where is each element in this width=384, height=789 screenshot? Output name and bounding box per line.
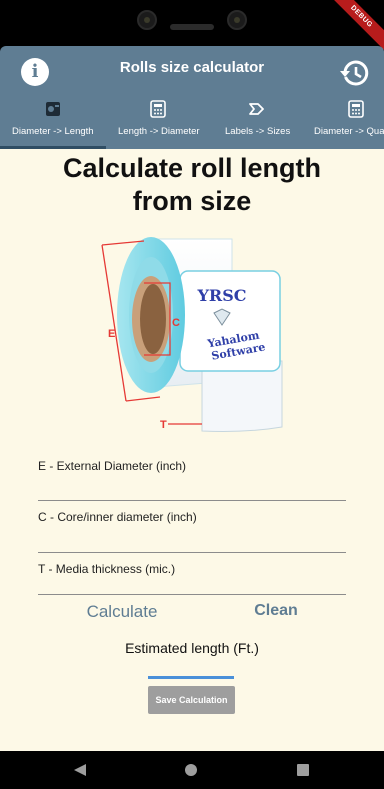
tab-label: Diameter -> Quar <box>314 126 384 137</box>
media-thickness-label: T - Media thickness (mic.) <box>38 562 176 576</box>
save-calculation-button[interactable]: Save Calculation <box>148 686 235 714</box>
external-diameter-label: E - External Diameter (inch) <box>38 459 187 473</box>
recents-icon[interactable] <box>297 764 309 776</box>
tab-bar: Diameter -> Length Length -> Diameter La… <box>0 94 384 149</box>
tab-label: Labels -> Sizes <box>225 126 291 137</box>
core-diameter-label: C - Core/inner diameter (inch) <box>38 510 197 524</box>
roll-icon <box>46 102 60 116</box>
illustration-brand: YRSC <box>196 286 246 305</box>
page-title-line2: from size <box>132 186 252 216</box>
result-underline <box>148 676 234 679</box>
tab-label: Length -> Diameter <box>118 126 200 137</box>
tab-diameter-quantity[interactable]: Diameter -> Quar <box>305 94 384 149</box>
illustration-label-t: T <box>160 419 167 431</box>
app-bar: i Rolls size calculator Diameter -> Leng… <box>0 46 384 149</box>
home-icon[interactable] <box>185 764 197 776</box>
illustration-label-e: E <box>108 328 115 340</box>
phone-top-bezel: DEBUG <box>0 0 384 54</box>
external-diameter-field[interactable]: E - External Diameter (inch) <box>38 459 346 501</box>
estimated-length-label: Estimated length (Ft.) <box>125 640 259 656</box>
calculator-icon <box>150 100 166 118</box>
front-camera-icon <box>137 10 157 30</box>
app-title: Rolls size calculator <box>119 59 265 76</box>
roll-illustration: YRSC Yahalom Software E C T <box>101 237 283 432</box>
app-bar-row: i Rolls size calculator <box>0 46 384 94</box>
calculator-icon <box>348 100 364 118</box>
tab-label: Diameter -> Length <box>12 126 94 137</box>
earpiece-speaker <box>170 24 214 30</box>
label-icon <box>249 103 264 115</box>
history-icon[interactable] <box>340 58 370 88</box>
tab-length-diameter[interactable]: Length -> Diameter <box>108 94 208 149</box>
page-title: Calculate roll length from size <box>0 152 384 218</box>
system-nav-bar <box>0 751 384 789</box>
page-title-line1: Calculate roll length <box>62 153 322 183</box>
tab-labels-sizes[interactable]: Labels -> Sizes <box>215 94 301 149</box>
main-content: Calculate roll length from size YRSC Yah… <box>0 149 384 751</box>
illustration-label-c: C <box>172 317 180 329</box>
core-diameter-field[interactable]: C - Core/inner diameter (inch) <box>38 510 346 553</box>
media-thickness-field[interactable]: T - Media thickness (mic.) <box>38 562 346 595</box>
clean-button[interactable]: Clean <box>236 602 316 620</box>
tab-diameter-length[interactable]: Diameter -> Length <box>0 94 106 149</box>
front-sensor-icon <box>227 10 247 30</box>
back-icon[interactable] <box>73 763 87 777</box>
calculate-button[interactable]: Calculate <box>72 602 172 622</box>
